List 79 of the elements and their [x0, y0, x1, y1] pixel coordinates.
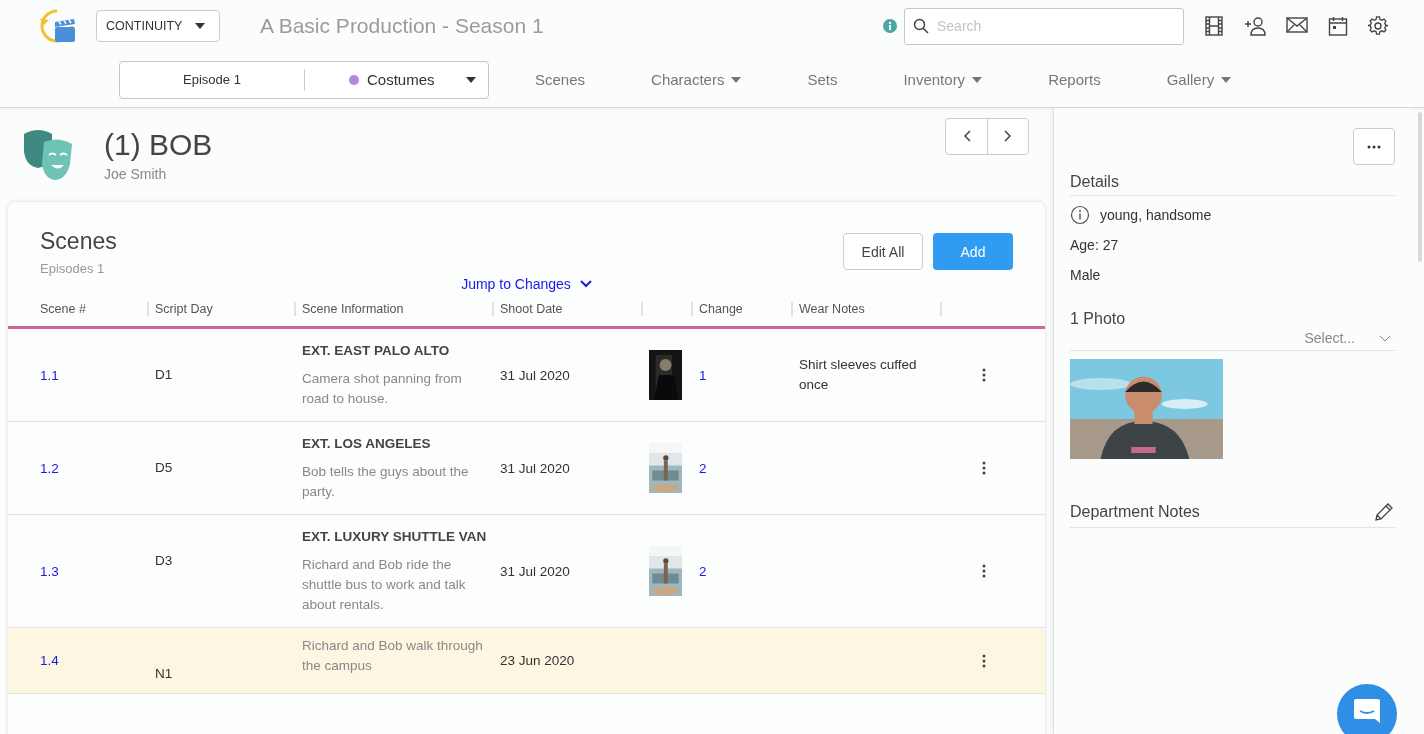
column-header: Scene #	[40, 302, 86, 316]
more-icon[interactable]	[981, 461, 986, 475]
nav-link[interactable]: Inventory	[903, 71, 983, 88]
mail-icon[interactable]	[1286, 16, 1308, 34]
table-cell: 31 Jul 2020	[500, 563, 570, 579]
scene-location: EXT. EAST PALO ALTO	[302, 342, 451, 360]
change-link[interactable]: 2	[699, 563, 707, 579]
scene-description: Richard and Bob walk through the campus	[302, 637, 484, 675]
section-heading: Details	[1070, 173, 1119, 191]
production-title: A Basic Production - Season 1	[260, 14, 544, 38]
film-icon[interactable]	[1204, 16, 1224, 36]
search-field[interactable]: Search	[904, 7, 1184, 45]
change-link[interactable]: 2	[699, 460, 707, 476]
episode-selector[interactable]: Episode 1	[120, 68, 305, 91]
table-cell: 23 Jun 2020	[500, 653, 575, 668]
more-icon[interactable]	[981, 653, 986, 668]
table-cell: N1	[155, 666, 173, 681]
description-text: young, handsome	[1100, 207, 1212, 223]
add-person-icon[interactable]	[1244, 16, 1266, 36]
photo-select[interactable]: Select...	[1304, 330, 1391, 346]
section-heading: Department Notes	[1070, 503, 1200, 521]
scene-link[interactable]: 1.2	[40, 460, 59, 476]
table-cell: Shirt sleeves cuffed once	[799, 357, 917, 392]
nav-link[interactable]: Gallery	[1166, 71, 1232, 88]
info-icon[interactable]	[883, 19, 897, 33]
table-cell: D5	[155, 460, 173, 475]
scene-location: EXT. LUXURY SHUTTLE VAN	[302, 528, 488, 546]
section-title: Scenes	[40, 228, 117, 255]
actor-name: Joe Smith	[104, 166, 168, 182]
chevron-right-icon	[1004, 130, 1012, 142]
jump-link[interactable]: Jump to Changes	[461, 276, 592, 292]
change-link[interactable]: 1	[699, 367, 707, 383]
department-dropdown[interactable]: Costumes	[305, 61, 488, 98]
character-title: (1) BOB	[104, 128, 213, 162]
module-dropdown[interactable]: CONTINUITY	[96, 10, 220, 42]
caret-icon	[466, 76, 476, 83]
settings-icon[interactable]	[1368, 16, 1388, 36]
table-cell: D3	[155, 553, 173, 568]
scrollbar-thumb[interactable]	[1418, 112, 1422, 262]
nav-link[interactable]: Sets	[807, 71, 838, 88]
chevron-left-icon	[962, 130, 971, 142]
scene-link[interactable]: 1.1	[40, 367, 59, 383]
edit-all-button[interactable]: Edit All	[843, 233, 923, 270]
nav-link[interactable]: Reports	[1048, 71, 1101, 88]
logo-icon	[38, 7, 76, 45]
table-cell: 31 Jul 2020	[500, 367, 570, 383]
section-heading: 1 Photo	[1070, 310, 1126, 328]
column-header: Shoot Date	[500, 302, 563, 316]
info-icon	[1070, 205, 1090, 225]
scene-description: Camera shot panning from road to house.	[302, 370, 463, 408]
scene-description: Richard and Bob ride the shuttle bus to work and talk about rentals.	[302, 556, 467, 614]
more-icon[interactable]	[981, 564, 986, 578]
caret-icon	[1221, 76, 1232, 83]
caret-icon	[972, 76, 983, 83]
age-text: Age: 27	[1070, 237, 1119, 253]
chat-icon	[1353, 698, 1381, 724]
search-icon	[913, 17, 929, 34]
pencil-icon[interactable]	[1373, 501, 1395, 523]
scene-location: EXT. LOS ANGELES	[302, 435, 432, 453]
more-icon	[1367, 144, 1381, 149]
chevron-down-icon	[579, 280, 592, 288]
scene-description: Bob tells the guys about the party.	[302, 463, 470, 501]
more-icon[interactable]	[981, 368, 986, 382]
scene-link[interactable]: 1.4	[40, 653, 59, 668]
chevron-down-icon	[1379, 334, 1391, 342]
nav-link[interactable]: Characters	[651, 71, 742, 88]
table-cell: 31 Jul 2020	[500, 460, 570, 476]
column-header: Scene Information	[302, 302, 404, 316]
column-header: Wear Notes	[799, 302, 865, 316]
caret-icon	[731, 76, 742, 83]
column-header: Script Day	[155, 302, 213, 316]
table-cell: D1	[155, 367, 173, 382]
column-header: Change	[699, 302, 743, 316]
section-subtitle: Episodes 1	[40, 261, 106, 276]
scene-link[interactable]: 1.3	[40, 563, 59, 579]
caret-icon	[195, 23, 205, 29]
calendar-icon[interactable]	[1328, 16, 1348, 36]
nav-link[interactable]: Scenes	[535, 71, 586, 88]
gender-text: Male	[1070, 267, 1101, 283]
